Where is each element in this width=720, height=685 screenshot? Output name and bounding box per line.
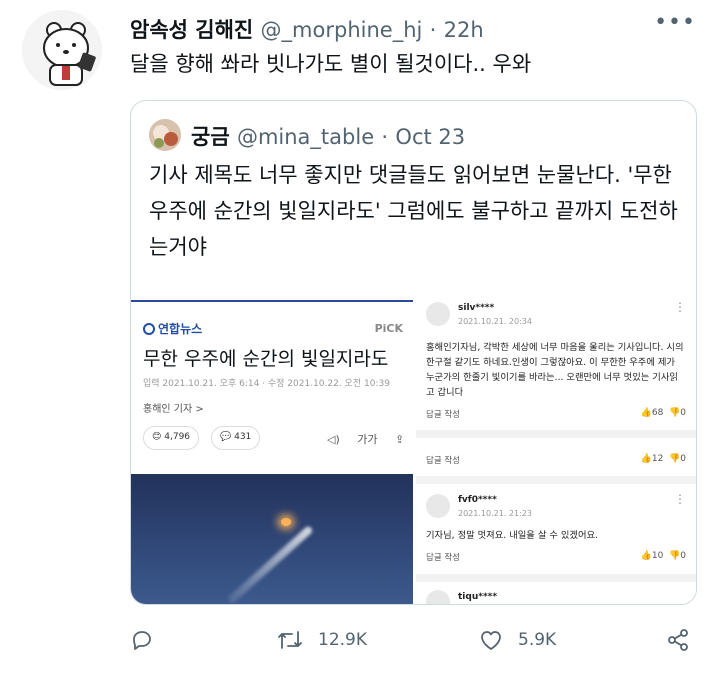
commenter-avatar xyxy=(426,302,450,326)
comment-divider xyxy=(416,430,696,438)
yonhap-logo: 연합뉴스 xyxy=(143,320,202,337)
comment-dislikes: 0 xyxy=(680,408,686,418)
article-source: 연합뉴스 xyxy=(158,322,203,336)
retweet-icon xyxy=(278,631,302,649)
quote-separator: · xyxy=(381,125,389,149)
comment-likes: 12 xyxy=(651,454,664,464)
comment-reply: 답글 작성 xyxy=(426,456,460,466)
food-photo-icon xyxy=(149,119,181,151)
comment-divider xyxy=(416,574,696,582)
quote-author-name: 궁금 xyxy=(191,125,230,149)
comment-likes: 10 xyxy=(651,551,664,561)
author-handle[interactable]: @_morphine_hj xyxy=(261,18,423,42)
quote-author-avatar xyxy=(149,119,181,151)
comment-more-icon: ⋮ xyxy=(674,492,686,506)
quote-media[interactable]: 연합뉴스 PiCK 무한 우주에 순간의 빛일지라도 입력 2021.10.21… xyxy=(131,284,696,604)
quote-time: Oct 23 xyxy=(395,125,466,149)
quote-text: 기사 제목도 너무 좋지만 댓글들도 읽어보면 눈물난다. '무한 우주에 순간… xyxy=(149,163,678,259)
article-tool-icons: ◁) 가가 ⇪ xyxy=(327,433,405,446)
article-tab-bar xyxy=(131,284,413,302)
tweet-text: 달을 향해 쏴라 빗나가도 별이 될것이다.. 우와 xyxy=(130,52,532,76)
quote-author-handle: @mina_table xyxy=(236,125,375,149)
reply-action[interactable] xyxy=(130,628,168,652)
author-line: 암속성 김해진 @_morphine_hj · 22h xyxy=(130,14,484,44)
author-name[interactable]: 암속성 김해진 xyxy=(130,18,253,42)
rocket-flame xyxy=(281,518,291,526)
commenter-avatar xyxy=(426,590,450,604)
comment-dislikes: 0 xyxy=(680,454,686,464)
like-action[interactable]: 5.9K xyxy=(478,628,556,652)
comment-body: 홍해인기자님, 각박한 세상에 너무 마음을 울리는 기사입니다. 시의 한구절… xyxy=(426,342,684,398)
more-icon[interactable]: ••• xyxy=(654,10,696,35)
reply-icon xyxy=(133,631,151,650)
commenter-avatar xyxy=(426,494,450,518)
retweet-count: 12.9K xyxy=(318,630,367,650)
article-meta: 입력 2021.10.21. 오후 6:14 · 수정 2021.10.22. … xyxy=(143,379,390,389)
rocket-launch-photo xyxy=(131,474,413,604)
comment-more-icon: ⋮ xyxy=(674,300,686,314)
tweet-time[interactable]: 22h xyxy=(444,18,484,42)
author-avatar[interactable] xyxy=(22,10,102,90)
comments-screenshot[interactable]: silv**** 2021.10.21. 20:34 ⋮ 홍해인기자님, 각박한… xyxy=(416,284,696,604)
comment-votes: 👍12 👎0 xyxy=(640,454,686,464)
tweet-actions: 12.9K 5.9K xyxy=(130,622,690,662)
quoted-tweet[interactable]: 궁금 @mina_table · Oct 23 기사 제목도 너무 좋지만 댓글… xyxy=(130,100,697,605)
share-icon xyxy=(668,629,688,651)
article-title: 무한 우주에 순간의 빛일지라도 xyxy=(143,348,389,370)
article-reporter: 홍해인 기자 > xyxy=(143,404,204,415)
like-icon xyxy=(481,631,501,650)
retweet-action[interactable]: 12.9K xyxy=(276,628,367,652)
share-action[interactable] xyxy=(666,628,704,652)
comment-reply: 답글 작성 xyxy=(426,410,460,420)
comment-date: 2021.10.21. 21:23 xyxy=(458,509,532,518)
comment-reply: 답글 작성 xyxy=(426,553,460,563)
reactions-pill: 😊 4,796 xyxy=(143,426,200,450)
comment-body: 기자님, 정말 멋져요. 내일을 살 수 있겠어요. xyxy=(426,530,599,541)
quote-author-line: 궁금 @mina_table · Oct 23 xyxy=(191,121,465,151)
rocket-trail xyxy=(226,525,314,604)
comments-count: 431 xyxy=(234,432,252,442)
comment-user: fvf0**** xyxy=(458,495,497,505)
reactions-count: 4,796 xyxy=(164,432,191,442)
comment-likes: 68 xyxy=(651,408,664,418)
comment-votes: 👍68 👎0 xyxy=(640,408,686,418)
yonhap-mark-icon xyxy=(143,323,155,335)
comment-dislikes: 0 xyxy=(680,551,686,561)
bear-avatar-icon xyxy=(22,10,102,90)
emoji-reaction-icon: 😊 xyxy=(152,432,162,442)
comment-date: 2021.10.21. 20:34 xyxy=(458,317,532,326)
comment-bubble-icon: 💬 xyxy=(220,432,232,442)
article-screenshot[interactable]: 연합뉴스 PiCK 무한 우주에 순간의 빛일지라도 입력 2021.10.21… xyxy=(131,284,413,604)
comments-pill: 💬 431 xyxy=(211,426,261,450)
comment-user: tiqu**** xyxy=(458,592,498,602)
like-count: 5.9K xyxy=(518,630,557,650)
comment-votes: 👍10 👎0 xyxy=(640,551,686,561)
separator: · xyxy=(429,18,437,42)
comment-divider xyxy=(416,476,696,484)
comment-user: silv**** xyxy=(458,303,495,313)
pick-badge: PiCK xyxy=(374,322,403,335)
